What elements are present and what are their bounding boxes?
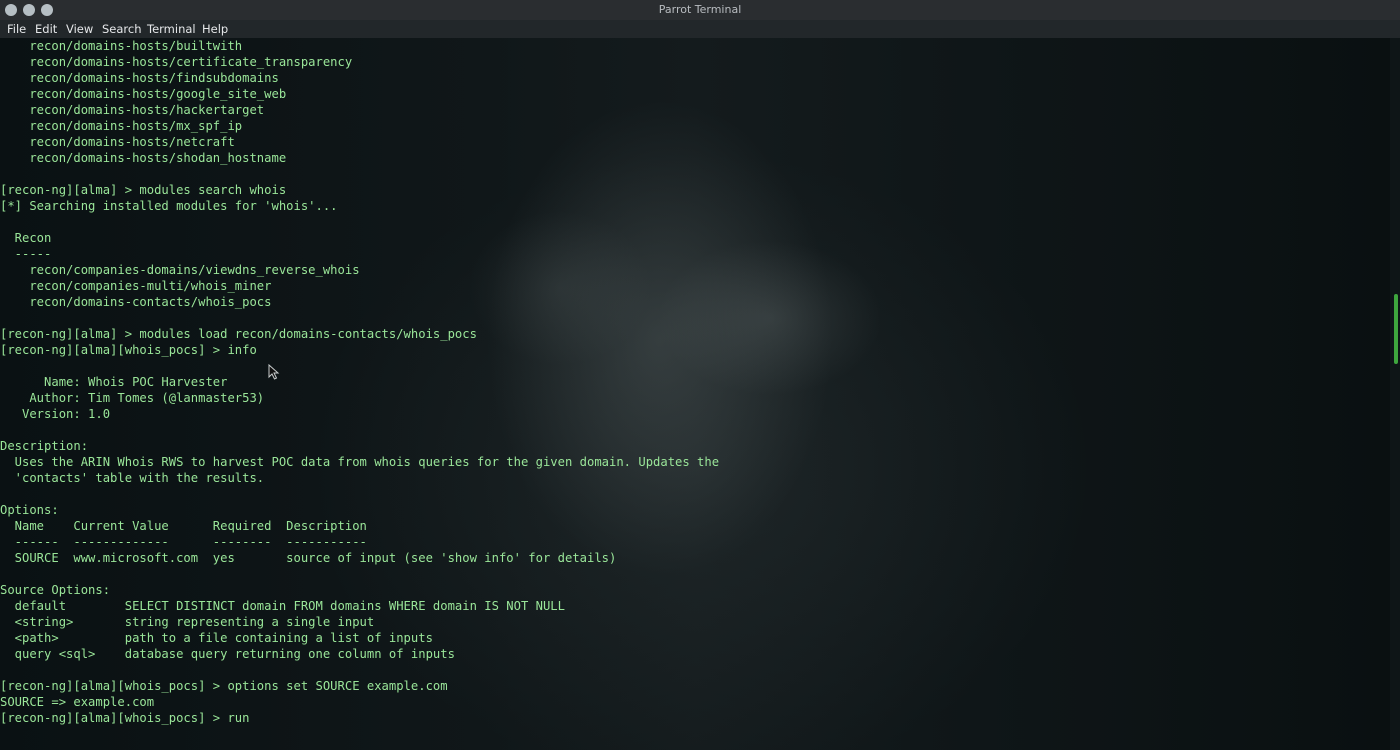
terminal-line: Name Current Value Required Description [0,519,367,533]
terminal-line: [recon-ng][alma][whois_pocs] > run [0,711,250,725]
menu-bar: File Edit View Search Terminal Help [0,20,1400,38]
menu-edit[interactable]: Edit [35,22,57,36]
terminal-line: 'contacts' table with the results. [0,471,265,485]
terminal-line: [recon-ng][alma][whois_pocs] > options s… [0,679,448,693]
title-bar: Parrot Terminal [0,0,1400,20]
terminal-line: [recon-ng][alma] > modules load recon/do… [0,327,477,341]
terminal-line: Source Options: [0,583,111,597]
terminal-line: recon/domains-hosts/google_site_web [0,87,287,101]
terminal-line: default SELECT DISTINCT domain FROM doma… [0,599,565,613]
terminal-line: <path> path to a file containing a list … [0,631,433,645]
terminal-line: recon/domains-hosts/netcraft [0,135,235,149]
menu-view[interactable]: View [66,22,93,36]
terminal-line: [recon-ng][alma][whois_pocs] > info [0,343,257,357]
terminal-line: SOURCE => example.com [0,695,155,709]
terminal-line: recon/domains-hosts/shodan_hostname [0,151,287,165]
terminal-output-area[interactable]: recon/domains-hosts/builtwith recon/doma… [0,38,1390,750]
terminal-line: recon/domains-hosts/findsubdomains [0,71,279,85]
terminal-line: recon/domains-hosts/mx_spf_ip [0,119,243,133]
menu-search[interactable]: Search [102,22,142,36]
terminal-line: Name: Whois POC Harvester [0,375,228,389]
terminal-line: recon/companies-multi/whois_miner [0,279,272,293]
terminal-line: ------ ------------- -------- ----------… [0,535,367,549]
terminal-line: recon/domains-hosts/builtwith [0,39,243,53]
menu-help[interactable]: Help [202,22,228,36]
terminal-line: recon/domains-hosts/hackertarget [0,103,265,117]
terminal-line: Uses the ARIN Whois RWS to harvest POC d… [0,455,720,469]
mouse-pointer-icon [268,364,280,380]
terminal-line: [recon-ng][alma] > modules search whois [0,183,287,197]
terminal-line: recon/domains-hosts/certificate_transpar… [0,55,353,69]
terminal-line: recon/domains-contacts/whois_pocs [0,295,272,309]
terminal-line: Recon [0,231,52,245]
terminal-line: recon/companies-domains/viewdns_reverse_… [0,263,360,277]
terminal-line: Version: 1.0 [0,407,111,421]
menu-file[interactable]: File [7,22,26,36]
terminal-scrollbar[interactable] [1390,38,1400,750]
menu-terminal[interactable]: Terminal [147,22,196,36]
terminal-line: Author: Tim Tomes (@lanmaster53) [0,391,265,405]
terminal-line: Options: [0,503,59,517]
terminal-lines: recon/domains-hosts/builtwith recon/doma… [0,38,719,726]
terminal-line: ----- [0,247,52,261]
scrollbar-thumb[interactable] [1394,294,1398,364]
terminal-line: query <sql> database query returning one… [0,647,455,661]
window-title: Parrot Terminal [658,3,742,16]
terminal-line: Description: [0,439,89,453]
terminal-line: [*] Searching installed modules for 'who… [0,199,338,213]
terminal-line: SOURCE www.microsoft.com yes source of i… [0,551,617,565]
terminal-line: <string> string representing a single in… [0,615,375,629]
